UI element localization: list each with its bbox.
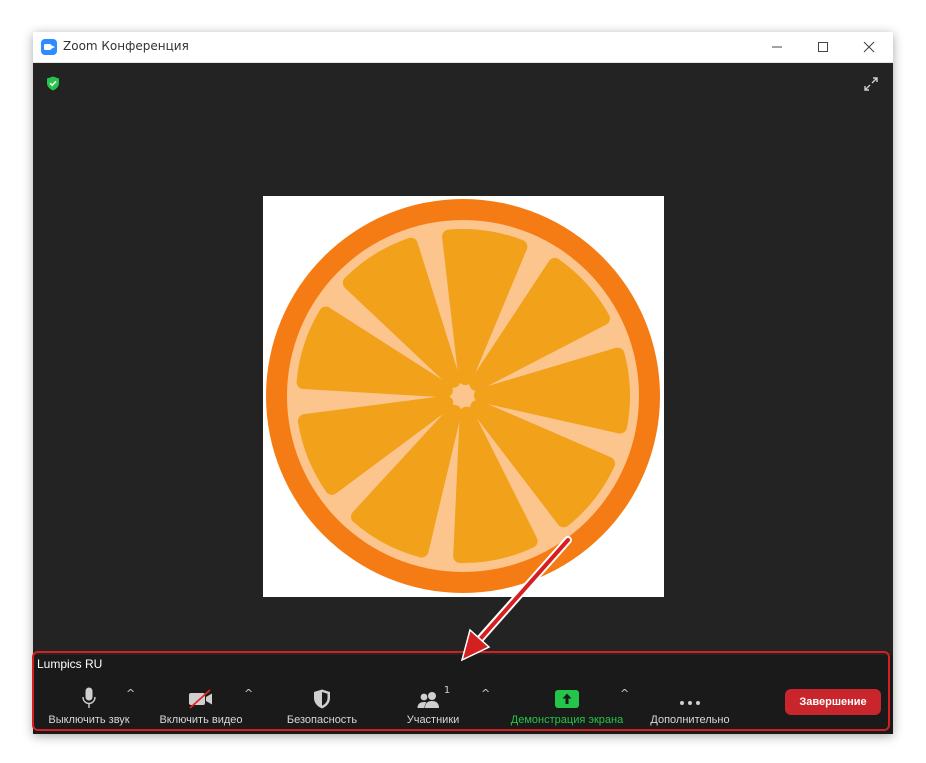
title-bar: Zoom Конференция <box>33 32 893 63</box>
fullscreen-icon[interactable] <box>863 76 879 92</box>
close-icon <box>863 41 875 53</box>
maximize-button[interactable] <box>800 32 846 62</box>
shared-screen-content <box>263 196 664 597</box>
zoom-window: Zoom Конференция Lumpics RU Выключить зв… <box>33 32 893 734</box>
window-title: Zoom Конференция <box>63 39 189 53</box>
minimize-button[interactable] <box>754 32 800 62</box>
toolbar-highlight-frame <box>32 651 890 731</box>
encryption-shield-icon[interactable] <box>46 76 60 91</box>
minimize-icon <box>772 46 782 48</box>
close-button[interactable] <box>846 32 892 62</box>
orange-slice-image <box>266 199 660 593</box>
maximize-icon <box>818 42 828 52</box>
zoom-app-icon <box>41 39 57 55</box>
